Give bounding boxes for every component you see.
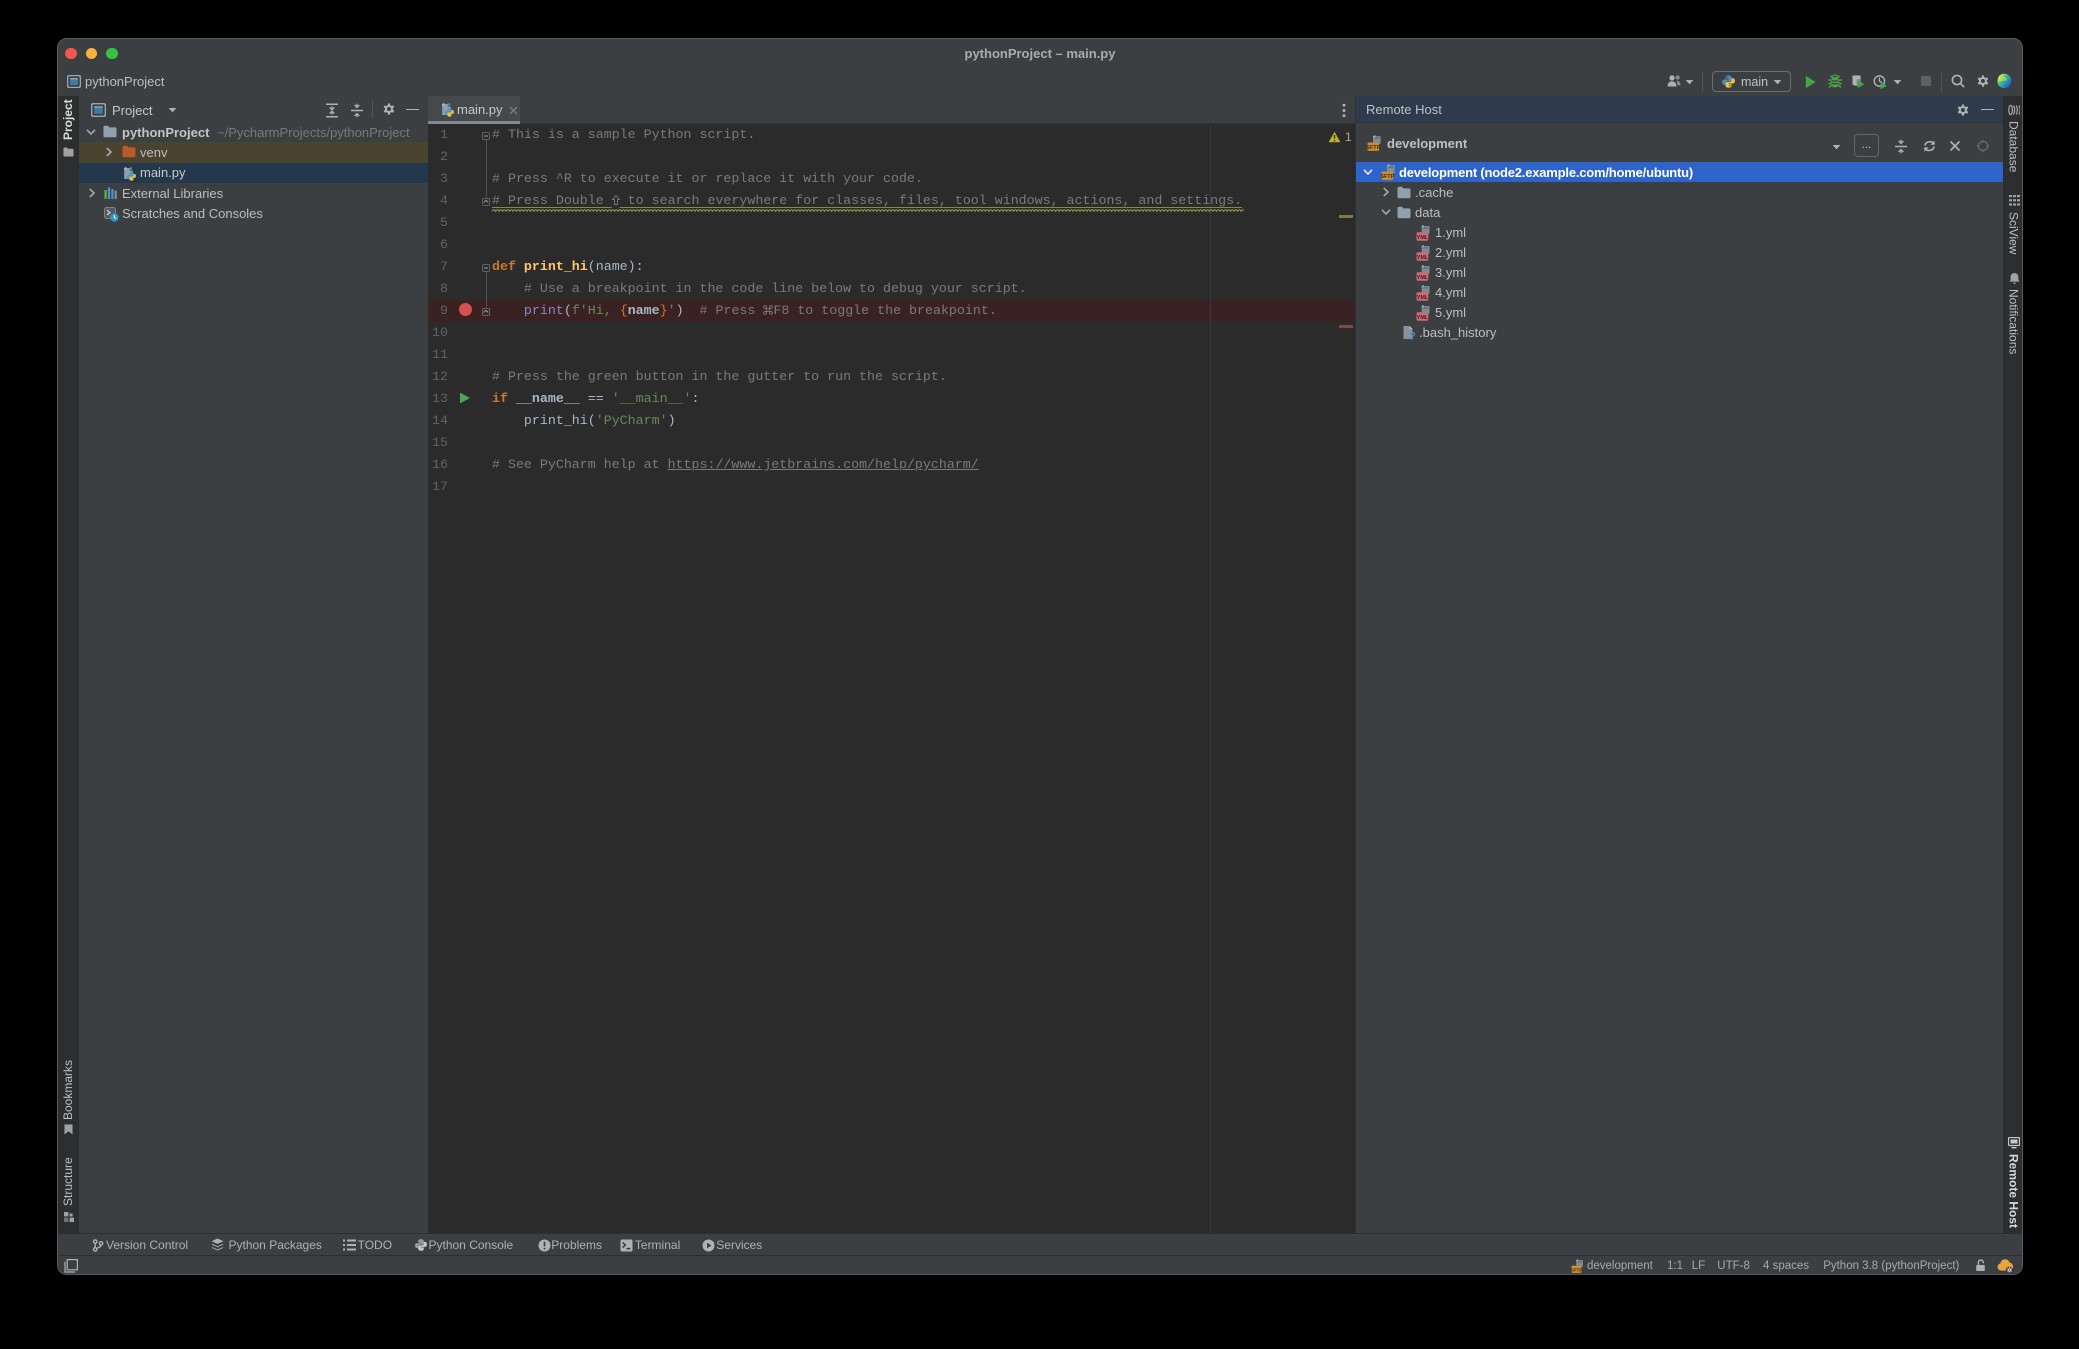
- svg-text:SFTP: SFTP: [1367, 145, 1381, 151]
- svg-text:SFTP: SFTP: [1381, 174, 1395, 180]
- svg-text:?: ?: [1409, 330, 1415, 340]
- svg-text:SFTP: SFTP: [1571, 1267, 1583, 1273]
